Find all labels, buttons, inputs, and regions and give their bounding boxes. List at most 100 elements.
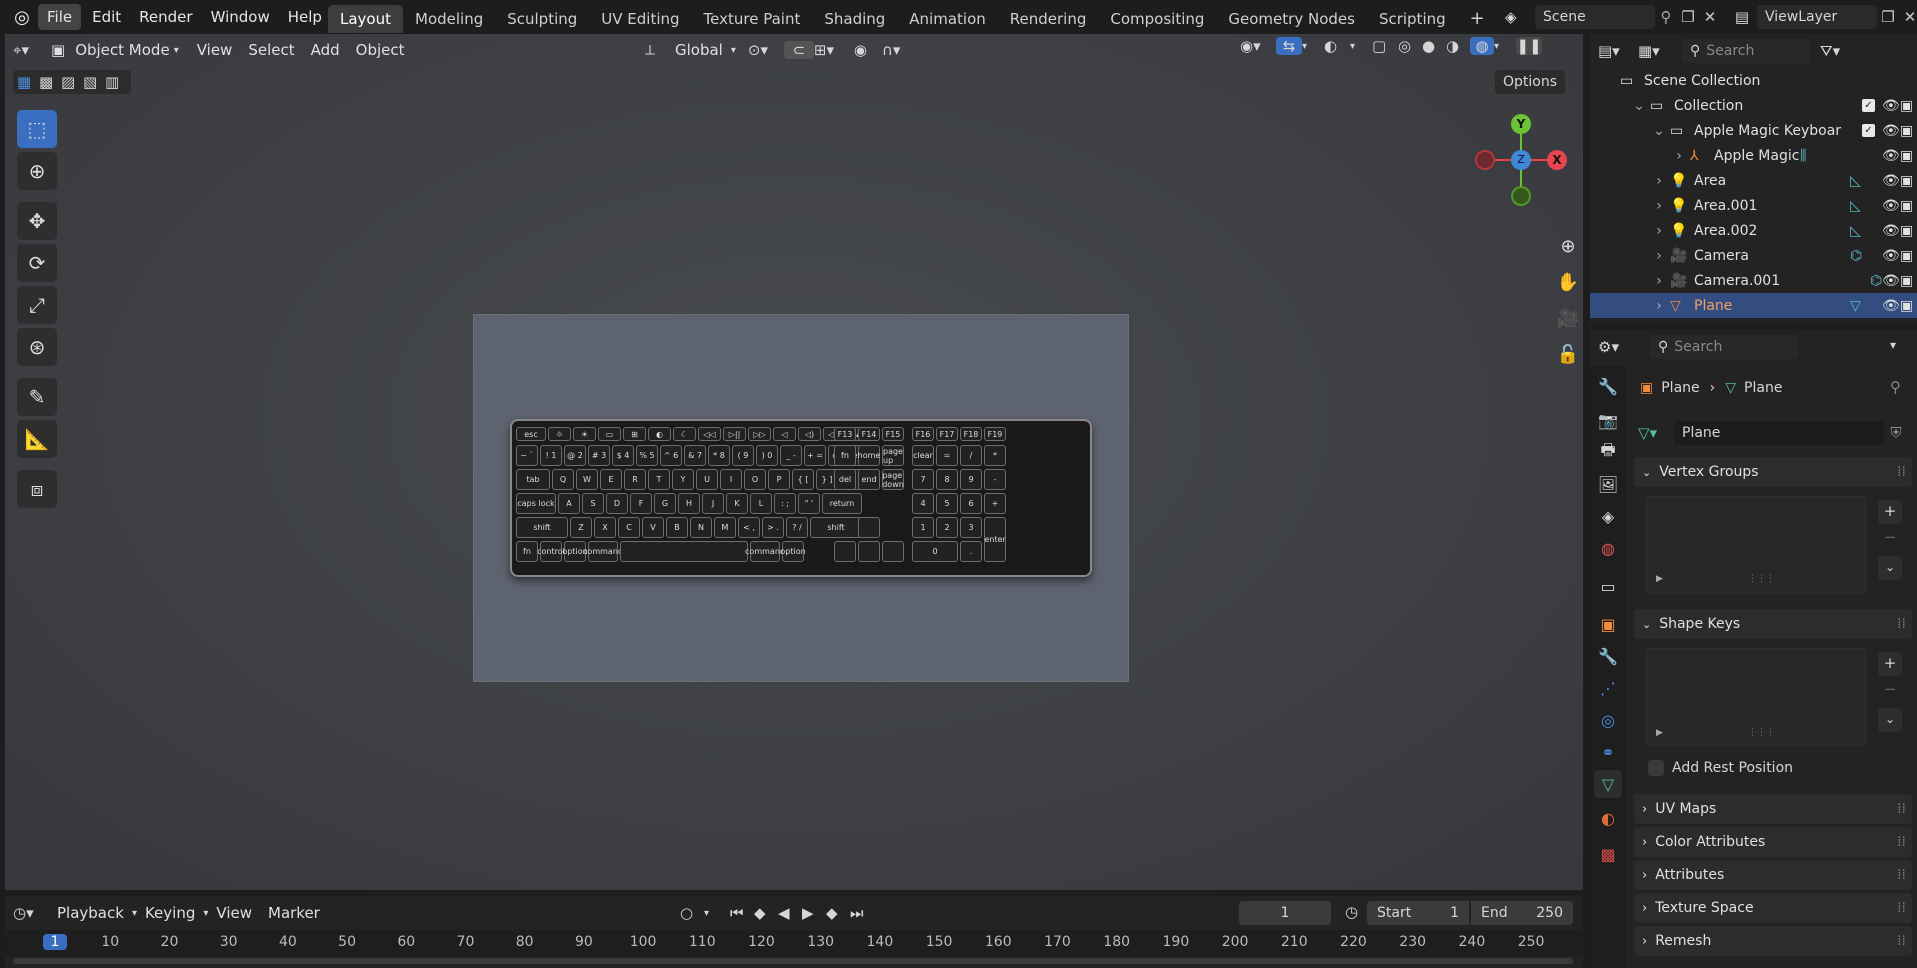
- outliner-item-plane[interactable]: › ▽ Plane ▽ 👁 ▣: [1590, 293, 1917, 318]
- pin-icon[interactable]: ⚲: [1890, 378, 1901, 396]
- tool-tab-icon[interactable]: 🔧: [1594, 372, 1622, 400]
- camera-render-icon[interactable]: ▣: [1900, 98, 1913, 114]
- data-tab-icon[interactable]: ▽: [1594, 770, 1622, 798]
- expand-arrow-icon[interactable]: ▶: [1656, 728, 1663, 738]
- drag-handle-icon[interactable]: ⁞⁞: [1897, 900, 1906, 916]
- camera-render-icon[interactable]: ▣: [1900, 298, 1913, 314]
- chevron-down-icon[interactable]: ▾: [1302, 41, 1318, 52]
- gizmo-neg-x-handle[interactable]: [1475, 150, 1495, 170]
- eye-icon[interactable]: 👁: [1882, 273, 1900, 289]
- timeline-editor-type-icon[interactable]: ◷▾: [13, 904, 49, 922]
- menu-marker[interactable]: Marker: [260, 900, 328, 926]
- snap-icon[interactable]: ⊂: [783, 41, 814, 59]
- outliner-item-camera-001[interactable]: › 🎥 Camera.001 ⌬ 👁 ▣: [1590, 268, 1917, 293]
- pan-hand-icon[interactable]: ✋: [1552, 266, 1584, 298]
- drag-handle-icon[interactable]: ⁞⁞: [1897, 464, 1906, 480]
- render-tab-icon[interactable]: 📷: [1594, 406, 1622, 434]
- tab-sculpting[interactable]: Sculpting: [495, 5, 589, 33]
- gizmo-x-handle[interactable]: X: [1547, 150, 1567, 170]
- expand-arrow-icon[interactable]: ›: [1652, 273, 1666, 289]
- add-cube-tool-icon[interactable]: ⧈: [17, 470, 57, 508]
- world-tab-icon[interactable]: ◍: [1594, 534, 1622, 562]
- new-scene-icon[interactable]: ❐: [1677, 8, 1699, 26]
- pin-scene-icon[interactable]: ⚲: [1655, 8, 1677, 26]
- cursor-tool-icon[interactable]: ⊕: [17, 152, 57, 190]
- tab-texture-paint[interactable]: Texture Paint: [692, 5, 813, 33]
- scene-icon[interactable]: ◈: [1505, 8, 1535, 26]
- wireframe-shading-icon[interactable]: ◎: [1398, 37, 1422, 55]
- menu-render[interactable]: Render: [130, 0, 201, 34]
- display-mode-icon[interactable]: ▦▾: [1638, 42, 1678, 60]
- options-button[interactable]: Options: [1495, 70, 1566, 94]
- overlay-icon[interactable]: ◐: [1324, 37, 1350, 55]
- menu-keying[interactable]: Keying: [137, 900, 203, 926]
- select-subtract-icon[interactable]: ▨: [61, 73, 83, 91]
- tab-scripting[interactable]: Scripting: [1367, 5, 1458, 33]
- expand-arrow-icon[interactable]: ›: [1652, 248, 1666, 264]
- next-keyframe-icon[interactable]: ◆: [826, 904, 850, 922]
- tab-animation[interactable]: Animation: [897, 5, 997, 33]
- tab-layout[interactable]: Layout: [328, 5, 403, 33]
- expand-arrow-icon[interactable]: ▶: [1656, 574, 1663, 584]
- object-mode-select[interactable]: Object Mode: [67, 37, 174, 63]
- data-icon[interactable]: ◺: [1850, 198, 1861, 214]
- uv-maps-panel-header[interactable]: › UV Maps ⁞⁞: [1634, 794, 1912, 824]
- camera-view-icon[interactable]: 🎥: [1552, 302, 1584, 334]
- resize-handle-icon[interactable]: ⋮⋮⋮: [1748, 574, 1775, 584]
- tab-rendering[interactable]: Rendering: [998, 5, 1099, 33]
- jump-end-icon[interactable]: ⏭: [850, 904, 874, 922]
- add-vertex-group-button[interactable]: +: [1878, 500, 1902, 524]
- rendered-shading-icon[interactable]: ◍: [1470, 37, 1494, 55]
- fake-user-shield-icon[interactable]: ⛨: [1884, 424, 1908, 442]
- menu-select[interactable]: Select: [240, 37, 302, 63]
- expand-arrow-icon[interactable]: ›: [1652, 173, 1666, 189]
- shape-key-menu-button[interactable]: ⌄: [1878, 708, 1902, 732]
- exclude-checkbox[interactable]: ✓: [1862, 124, 1875, 137]
- eye-icon[interactable]: 👁: [1882, 198, 1900, 214]
- drag-handle-icon[interactable]: ⁞⁞: [1897, 834, 1906, 850]
- menu-help[interactable]: Help: [279, 0, 331, 34]
- expand-arrow-icon[interactable]: ⌄: [1652, 123, 1666, 139]
- zoom-icon[interactable]: ⊕: [1552, 230, 1584, 262]
- keyboard-model[interactable]: esc☼☀▭⊞◐☾◁◁▷||▷▷◁◁)◁))⏏~ `! 1@ 2# 3$ 4% …: [510, 419, 1092, 577]
- vertex-groups-panel-header[interactable]: ⌄ Vertex Groups ⁞⁞: [1634, 457, 1912, 487]
- prev-keyframe-icon[interactable]: ◆: [754, 904, 778, 922]
- expand-arrow-icon[interactable]: ›: [1652, 298, 1666, 314]
- tab-modeling[interactable]: Modeling: [403, 5, 495, 33]
- editor-type-icon[interactable]: ⌖▾: [13, 41, 49, 59]
- end-frame-field[interactable]: End 250: [1471, 901, 1573, 925]
- data-icon[interactable]: ⌬: [1870, 273, 1882, 289]
- timeline-scrollbar[interactable]: [13, 958, 1573, 964]
- pause-render-icon[interactable]: ❚❚: [1516, 37, 1542, 55]
- remove-shape-key-button[interactable]: −: [1878, 678, 1902, 702]
- expand-arrow-icon[interactable]: ›: [1652, 223, 1666, 239]
- eye-icon[interactable]: 👁: [1882, 98, 1900, 114]
- add-workspace-icon[interactable]: +: [1458, 5, 1497, 33]
- particles-tab-icon[interactable]: ⋰: [1594, 674, 1622, 702]
- chevron-down-icon[interactable]: ▾: [1890, 338, 1896, 352]
- shape-keys-panel-header[interactable]: ⌄ Shape Keys ⁞⁞: [1634, 609, 1912, 639]
- tab-compositing[interactable]: Compositing: [1098, 5, 1216, 33]
- select-intersect-icon[interactable]: ▥: [105, 73, 127, 91]
- lock-icon[interactable]: 🔓: [1552, 338, 1584, 370]
- data-icon[interactable]: ▽: [1850, 298, 1861, 314]
- outliner-search-input[interactable]: ⚲ Search: [1682, 39, 1810, 63]
- eye-icon[interactable]: 👁: [1882, 148, 1900, 164]
- outliner-scene-collection[interactable]: ▭ Scene Collection: [1590, 68, 1917, 93]
- 3d-viewport[interactable]: ⌖▾ ▣ Object Mode ▾ View Select Add Objec…: [5, 34, 1583, 890]
- outliner-item-collection[interactable]: ⌄ ▭ Collection ✓ 👁 ▣: [1590, 93, 1917, 118]
- menu-playback[interactable]: Playback: [49, 900, 132, 926]
- data-icon[interactable]: ⫼: [1800, 148, 1806, 164]
- current-frame-marker[interactable]: 1: [43, 934, 67, 950]
- navigation-gizmo[interactable]: Y X Z: [1471, 110, 1571, 210]
- move-tool-icon[interactable]: ✥: [17, 202, 57, 240]
- chevron-down-icon[interactable]: ▾: [1494, 41, 1510, 52]
- camera-render-icon[interactable]: ▣: [1900, 248, 1913, 264]
- outliner-item-area-002[interactable]: › 💡 Area.002 ◺ 👁 ▣: [1590, 218, 1917, 243]
- remove-scene-icon[interactable]: ✕: [1699, 8, 1721, 26]
- solid-shading-icon[interactable]: ●: [1422, 37, 1446, 55]
- outliner-editor-icon[interactable]: ▤▾: [1598, 42, 1638, 60]
- remove-view-layer-icon[interactable]: ✕: [1899, 8, 1917, 26]
- add-shape-key-button[interactable]: +: [1878, 652, 1902, 676]
- material-tab-icon[interactable]: ◐: [1594, 804, 1622, 832]
